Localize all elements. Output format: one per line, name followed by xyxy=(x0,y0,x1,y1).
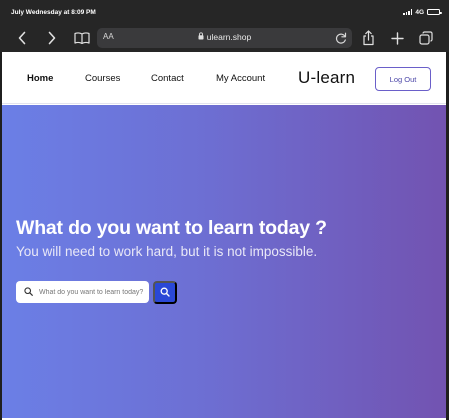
battery-icon xyxy=(427,9,442,15)
status-datetime: July Wednesday at 8:09 PM xyxy=(11,8,96,16)
url-display: ulearn.shop xyxy=(97,32,352,42)
address-bar[interactable]: AA ulearn.shop xyxy=(97,28,352,48)
share-icon[interactable] xyxy=(358,28,378,48)
reload-icon[interactable] xyxy=(334,31,348,45)
nav-link-contact[interactable]: Contact xyxy=(151,73,184,84)
search-box[interactable] xyxy=(16,281,149,303)
book-icon[interactable] xyxy=(72,28,92,48)
nav-link-home[interactable]: Home xyxy=(27,73,53,84)
logout-button[interactable]: Log Out xyxy=(375,67,431,91)
site-logo[interactable]: U-learn xyxy=(298,68,355,88)
search-icon xyxy=(24,283,33,301)
signal-icon xyxy=(403,9,413,15)
site-navbar: Home Courses Contact My Account U-learn … xyxy=(2,52,446,104)
hero-subtitle: You will need to work hard, but it is no… xyxy=(16,244,318,259)
tabs-icon[interactable] xyxy=(416,28,436,48)
lock-icon xyxy=(198,32,204,42)
web-page: Home Courses Contact My Account U-learn … xyxy=(2,52,446,420)
network-type: 4G xyxy=(415,8,424,16)
search-button[interactable] xyxy=(153,281,177,304)
search-input[interactable] xyxy=(39,288,147,296)
status-bar: July Wednesday at 8:09 PM 4G xyxy=(0,0,449,24)
chevron-left-icon[interactable] xyxy=(12,28,32,48)
hero-section: What do you want to learn today ? You wi… xyxy=(2,105,446,418)
chevron-right-icon[interactable] xyxy=(42,28,62,48)
status-indicators: 4G xyxy=(403,8,442,16)
url-text: ulearn.shop xyxy=(206,32,252,42)
search-button-icon xyxy=(160,285,170,300)
plus-icon[interactable] xyxy=(387,28,407,48)
browser-toolbar: AA ulearn.shop xyxy=(0,24,449,52)
hero-title: What do you want to learn today ? xyxy=(16,217,327,239)
nav-link-my-account[interactable]: My Account xyxy=(216,73,265,84)
nav-link-courses[interactable]: Courses xyxy=(85,73,120,84)
